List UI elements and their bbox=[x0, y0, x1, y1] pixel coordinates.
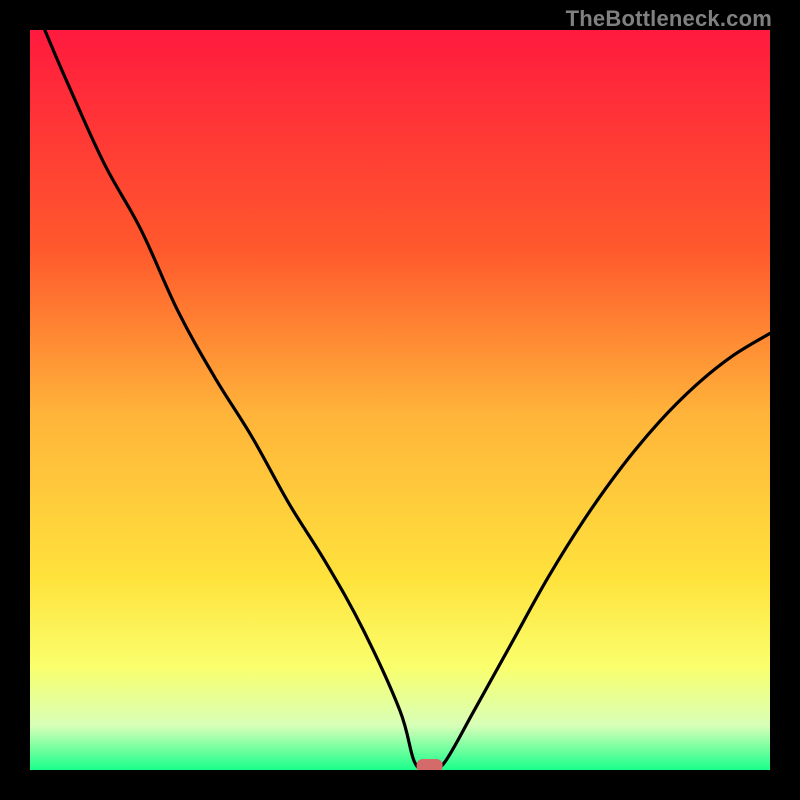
plot-area bbox=[30, 30, 770, 770]
chart-frame: TheBottleneck.com bbox=[0, 0, 800, 800]
chart-svg bbox=[30, 30, 770, 770]
watermark-text: TheBottleneck.com bbox=[566, 6, 772, 32]
gradient-fill bbox=[30, 30, 770, 770]
min-marker bbox=[417, 759, 443, 770]
